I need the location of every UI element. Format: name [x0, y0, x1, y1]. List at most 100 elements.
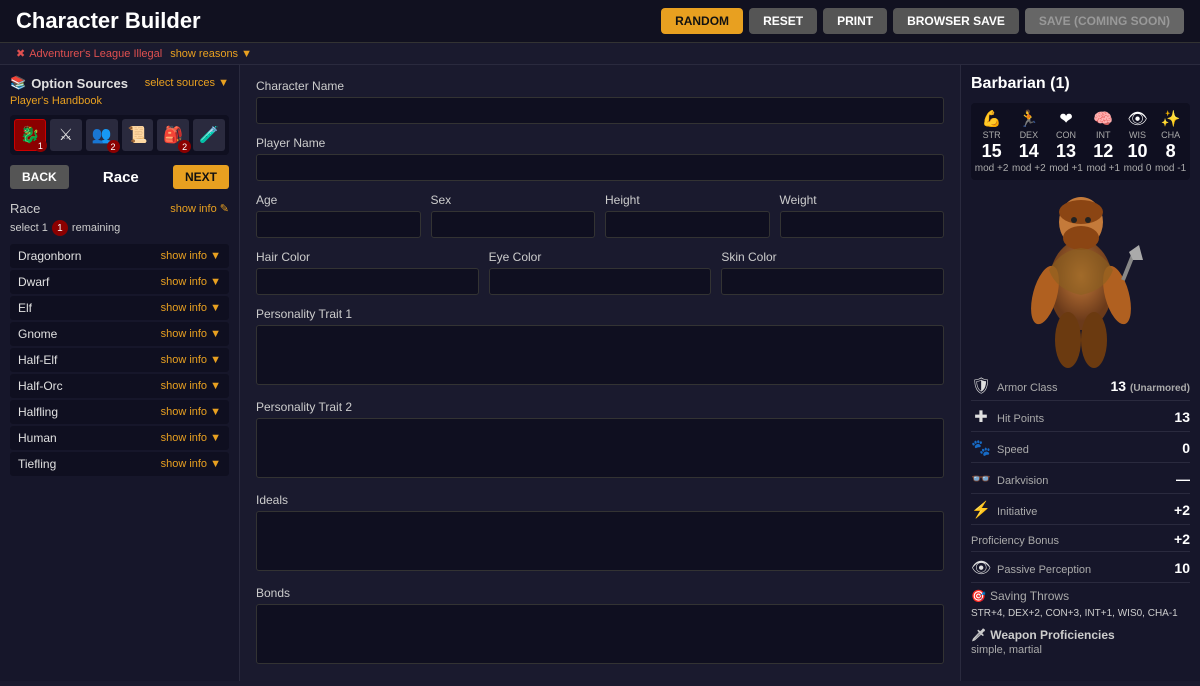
stat-cha: ✨ CHA 8 mod -1 — [1155, 109, 1186, 174]
phb-link[interactable]: Player's Handbook — [10, 95, 229, 107]
list-item[interactable]: Elf show info ▼ — [10, 296, 229, 320]
equipment-icon-slot[interactable]: 🎒 2 — [157, 119, 189, 151]
speed-icon: 🐾 — [971, 438, 991, 458]
remaining-badge: 1 — [52, 220, 68, 236]
saving-throws-values: STR+4, DEX+2, CON+3, INT+1, WIS0, CHA-1 — [971, 606, 1190, 622]
stat-int: 🧠 INT 12 mod +1 — [1086, 109, 1120, 174]
sidebar: 📚 Option Sources select sources ▼ Player… — [0, 65, 240, 681]
wis-icon: 👁 — [1127, 109, 1147, 129]
flaws-row: Flaws — [256, 679, 944, 681]
age-label: Age — [256, 193, 421, 207]
proficiency-bonus-value: +2 — [1174, 531, 1190, 547]
save-button: SAVE (COMING SOON) — [1025, 8, 1184, 34]
spells-icon: 🧪 — [199, 125, 219, 145]
list-item[interactable]: Gnome show info ▼ — [10, 322, 229, 346]
passive-perception-value: 10 — [1174, 560, 1190, 576]
list-item[interactable]: Half-Orc show info ▼ — [10, 374, 229, 398]
sex-input[interactable] — [431, 211, 596, 238]
sex-label: Sex — [431, 193, 596, 207]
weapon-prof-icon: 🗡 — [971, 628, 986, 642]
initiative-value: +2 — [1174, 502, 1190, 518]
list-item[interactable]: Dragonborn show info ▼ — [10, 244, 229, 268]
armor-class-value: 13 (Unarmored) — [1111, 378, 1190, 394]
race-show-info-link[interactable]: show info ✎ — [170, 202, 229, 215]
hp-icon: ✚ — [971, 407, 991, 427]
class-icon-slot[interactable]: ⚔ — [50, 119, 82, 151]
dex-icon: 🏃 — [1019, 109, 1039, 129]
player-name-row: Player Name — [256, 136, 944, 181]
background-icon: 📜 — [127, 125, 147, 145]
player-name-input[interactable] — [256, 154, 944, 181]
personality-1-label: Personality Trait 1 — [256, 307, 944, 321]
right-panel: Barbarian (1) 💪 STR 15 mod +2 🏃 DEX 14 m… — [960, 65, 1200, 681]
cha-icon: ✨ — [1161, 109, 1181, 129]
list-item[interactable]: Dwarf show info ▼ — [10, 270, 229, 294]
app-title: Character Builder — [16, 8, 201, 34]
abilities-icon-slot[interactable]: 👥 2 — [86, 119, 118, 151]
character-image-area — [971, 190, 1190, 370]
saving-throws-icon: 🎯 — [971, 589, 986, 603]
speed-value: 0 — [1182, 440, 1190, 456]
darkvision-value: — — [1176, 471, 1190, 487]
player-name-label: Player Name — [256, 136, 944, 150]
bonds-row: Bonds — [256, 586, 944, 667]
nav-bar: BACK Race NEXT — [10, 165, 229, 189]
random-button[interactable]: RANDOM — [661, 8, 743, 34]
back-button[interactable]: BACK — [10, 165, 69, 189]
class-icon: ⚔ — [59, 125, 73, 145]
initiative-icon: ⚡ — [971, 500, 991, 520]
saving-throws-section: 🎯 Saving Throws STR+4, DEX+2, CON+3, INT… — [971, 589, 1190, 622]
age-input[interactable] — [256, 211, 421, 238]
darkvision-icon: 👓 — [971, 469, 991, 489]
appearance-row: Hair Color Eye Color Skin Color — [256, 250, 944, 295]
header-buttons: RANDOM RESET PRINT BROWSER SAVE SAVE (CO… — [661, 8, 1184, 34]
race-list: Dragonborn show info ▼ Dwarf show info ▼… — [10, 244, 229, 476]
hair-color-input[interactable] — [256, 268, 479, 295]
character-avatar — [1011, 180, 1151, 380]
hair-color-label: Hair Color — [256, 250, 479, 264]
skin-color-input[interactable] — [721, 268, 944, 295]
stat-con: ❤ CON 13 mod +1 — [1049, 109, 1083, 174]
darkvision-row: 👓 Darkvision — — [971, 469, 1190, 494]
flaws-label: Flaws — [256, 679, 944, 681]
browser-save-button[interactable]: BROWSER SAVE — [893, 8, 1019, 34]
eye-color-label: Eye Color — [489, 250, 712, 264]
ideals-input[interactable] — [256, 511, 944, 571]
class-title: Barbarian (1) — [971, 75, 1190, 93]
passive-perception-row: 👁 Passive Perception 10 — [971, 558, 1190, 583]
ideals-label: Ideals — [256, 493, 944, 507]
weapon-prof-values: simple, martial — [971, 644, 1190, 656]
list-item[interactable]: Half-Elf show info ▼ — [10, 348, 229, 372]
speed-row: 🐾 Speed 0 — [971, 438, 1190, 463]
list-item[interactable]: Human show info ▼ — [10, 426, 229, 450]
show-reasons-link[interactable]: show reasons ▼ — [170, 48, 252, 60]
spells-icon-slot[interactable]: 🧪 — [193, 119, 225, 151]
stat-str: 💪 STR 15 mod +2 — [975, 109, 1009, 174]
character-name-input[interactable] — [256, 97, 944, 124]
race-icon-slot[interactable]: 🐉 1 — [14, 119, 46, 151]
eye-color-input[interactable] — [489, 268, 712, 295]
background-icon-slot[interactable]: 📜 — [122, 119, 154, 151]
weapon-proficiencies-section: 🗡 Weapon Proficiencies simple, martial — [971, 628, 1190, 656]
height-input[interactable] — [605, 211, 770, 238]
saving-throws-title: 🎯 Saving Throws — [971, 589, 1190, 603]
stat-dex: 🏃 DEX 14 mod +2 — [1012, 109, 1046, 174]
demographics-row: Age Sex Height Weight — [256, 193, 944, 238]
nav-current-label: Race — [103, 169, 139, 186]
print-button[interactable]: PRINT — [823, 8, 887, 34]
personality-1-input[interactable] — [256, 325, 944, 385]
reset-button[interactable]: RESET — [749, 8, 817, 34]
list-item[interactable]: Tiefling show info ▼ — [10, 452, 229, 476]
proficiency-bonus-row: Proficiency Bonus +2 — [971, 531, 1190, 552]
perception-icon: 👁 — [971, 558, 991, 578]
weight-input[interactable] — [780, 211, 945, 238]
race-select-info: select 1 1 remaining — [10, 220, 229, 236]
library-icon: 📚 — [10, 75, 26, 91]
personality-2-input[interactable] — [256, 418, 944, 478]
next-button[interactable]: NEXT — [173, 165, 229, 189]
bonds-input[interactable] — [256, 604, 944, 664]
weapon-prof-title: 🗡 Weapon Proficiencies — [971, 628, 1190, 642]
list-item[interactable]: Halfling show info ▼ — [10, 400, 229, 424]
icon-bar: 🐉 1 ⚔ 👥 2 📜 🎒 2 🧪 — [10, 115, 229, 155]
select-sources-link[interactable]: select sources ▼ — [145, 77, 229, 89]
